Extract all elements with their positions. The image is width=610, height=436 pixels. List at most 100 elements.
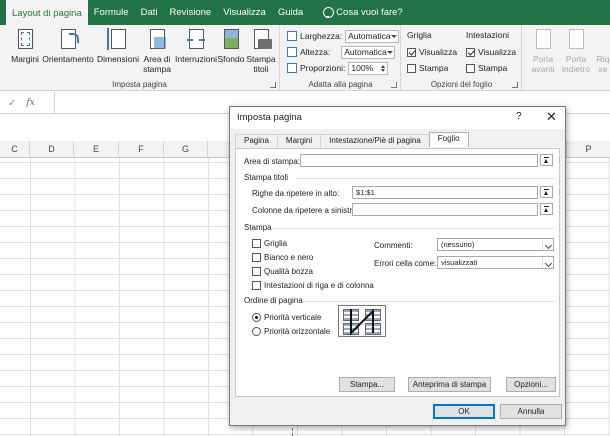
griglia-checkbox-row[interactable]: Griglia: [252, 236, 287, 250]
column-header[interactable]: F: [119, 141, 164, 158]
bianco-nero-checkbox[interactable]: [252, 252, 261, 262]
griglia-visualizza-row[interactable]: Visualizza: [407, 45, 457, 59]
errori-label: Errori cella come:: [374, 259, 437, 268]
priorita-verticale-radio[interactable]: [252, 312, 261, 322]
sheet-options-launcher-icon[interactable]: [512, 82, 518, 88]
colonne-ripetere-label: Colonne da ripetere a sinistra:: [252, 206, 359, 215]
tab-intestazione[interactable]: Intestazione/Piè di pagina: [320, 134, 430, 147]
sfondo-button[interactable]: Sfondo: [217, 28, 245, 64]
print-area-icon: [146, 28, 168, 52]
intestazioni-rc-checkbox[interactable]: [252, 280, 261, 290]
larghezza-select[interactable]: Automatica: [345, 29, 400, 43]
group-opzioni-del-foglio: Griglia Intestazioni Visualizza Visualiz…: [402, 25, 522, 91]
intestazioni-visualizza-checkbox[interactable]: [466, 47, 475, 57]
errori-value: visualizzati: [441, 258, 478, 267]
altezza-select[interactable]: Automatica: [341, 45, 396, 59]
porta-indietro-label-2: indietro: [562, 64, 590, 74]
tab-dati[interactable]: Dati: [135, 0, 164, 25]
porta-indietro-button[interactable]: Porta indietro: [559, 28, 593, 74]
collapse-dialog-icon[interactable]: [540, 203, 553, 215]
intestazioni-visualizza-row[interactable]: Visualizza: [466, 45, 516, 59]
intestazioni-stampa-checkbox[interactable]: [466, 63, 475, 73]
column-header[interactable]: C: [0, 141, 30, 158]
chevron-down-icon: [542, 239, 553, 250]
porta-indietro-label-1: Porta: [565, 54, 587, 64]
proporzioni-label: Proporzioni:: [300, 63, 346, 73]
collapse-dialog-icon[interactable]: [540, 154, 553, 166]
column-header[interactable]: G: [164, 141, 208, 158]
intestazioni-stampa-row[interactable]: Stampa: [466, 61, 507, 75]
tab-visualizza[interactable]: Visualizza: [217, 0, 272, 25]
insert-function-icon[interactable]: fx: [26, 98, 34, 108]
porta-avanti-button[interactable]: Porta avanti: [529, 28, 557, 74]
griglia-checkbox-label: Griglia: [264, 238, 288, 248]
tab-foglio[interactable]: Foglio: [428, 132, 469, 147]
qualita-bozza-checkbox-row[interactable]: Qualità bozza: [252, 264, 313, 278]
height-icon: [287, 47, 297, 57]
group-disponi: Porta avanti Porta indietro Riq se: [523, 25, 610, 91]
griglia-checkbox[interactable]: [252, 238, 261, 248]
area-stampa-label: Area di stampa:: [244, 157, 301, 166]
priorita-orizzontale-row[interactable]: Priorità orizzontale: [252, 324, 330, 338]
stampa-titoli-header: Stampa titoli: [244, 173, 289, 182]
griglia-visualizza-label: Visualizza: [419, 47, 458, 57]
tab-revisione[interactable]: Revisione: [163, 0, 217, 25]
interruzioni-button[interactable]: Interruzioni: [175, 28, 217, 64]
group-label-imposta-pagina: Imposta pagina: [112, 80, 167, 89]
dialog-titlebar[interactable]: Imposta pagina ? ✕: [230, 107, 565, 129]
tab-pagina[interactable]: Pagina: [235, 134, 278, 147]
priorita-orizzontale-label: Priorità orizzontale: [264, 326, 331, 336]
priorita-verticale-row[interactable]: Priorità verticale: [252, 310, 321, 324]
intestazioni-header: Intestazioni: [466, 30, 509, 40]
tab-layout-di-pagina[interactable]: Layout di pagina: [6, 0, 88, 25]
commenti-select[interactable]: (nessuno): [437, 238, 554, 251]
tab-formule[interactable]: Formule: [88, 0, 135, 25]
stampa-button[interactable]: Stampa...: [339, 377, 395, 392]
tab-margini[interactable]: Margini: [276, 134, 322, 147]
page-setup-launcher-icon[interactable]: [270, 82, 276, 88]
riquadro-selezione-button[interactable]: Riq se: [595, 28, 610, 74]
proporzioni-spinner[interactable]: 100%: [348, 61, 389, 75]
orientamento-label: Orientamento: [42, 54, 94, 64]
column-header[interactable]: D: [30, 141, 74, 158]
anteprima-stampa-button[interactable]: Anteprima di stampa: [408, 377, 491, 392]
annulla-button[interactable]: Annulla: [500, 404, 562, 419]
tell-me-search[interactable]: Cosa vuoi fare?: [317, 0, 409, 25]
margini-button[interactable]: Margini: [10, 28, 40, 64]
foglio-panel: Area di stampa: Stampa titoli Righe da r…: [235, 148, 560, 397]
ok-button[interactable]: OK: [433, 404, 495, 419]
bianco-nero-checkbox-label: Bianco e nero: [264, 252, 314, 262]
colonne-ripetere-input[interactable]: [352, 203, 538, 216]
righe-ripetere-input[interactable]: $1:$1: [352, 186, 538, 199]
column-header[interactable]: P: [566, 141, 610, 158]
stampa-titoli-button[interactable]: Stampa titoli: [246, 28, 276, 74]
column-header[interactable]: E: [74, 141, 119, 158]
altezza-row: Altezza: Automatica: [287, 45, 396, 59]
qualita-bozza-checkbox[interactable]: [252, 266, 261, 276]
qualita-bozza-checkbox-label: Qualità bozza: [264, 266, 313, 276]
dimensioni-button[interactable]: Dimensioni: [96, 28, 140, 64]
errori-select[interactable]: visualizzati: [437, 256, 554, 269]
griglia-stampa-row[interactable]: Stampa: [407, 61, 448, 75]
scale-launcher-icon[interactable]: [391, 82, 397, 88]
sfondo-label: Sfondo: [217, 54, 245, 64]
close-icon[interactable]: ✕: [546, 109, 557, 125]
divider: [272, 228, 554, 229]
tab-guida[interactable]: Guida: [272, 0, 309, 25]
larghezza-row: Larghezza: Automatica: [287, 29, 400, 43]
opzioni-button[interactable]: Opzioni...: [506, 377, 556, 392]
intestazioni-rc-checkbox-row[interactable]: Intestazioni di riga e di colonna: [252, 278, 374, 292]
griglia-stampa-checkbox[interactable]: [407, 63, 416, 73]
area-stampa-input[interactable]: [300, 154, 538, 167]
column-header[interactable]: [208, 141, 230, 158]
help-icon[interactable]: ?: [516, 111, 522, 122]
collapse-dialog-icon[interactable]: [540, 186, 553, 198]
enter-check-icon[interactable]: ✓: [8, 98, 16, 109]
orientamento-button[interactable]: Orientamento: [42, 28, 94, 64]
dialog-tabs: Pagina Margini Intestazione/Piè di pagin…: [235, 132, 469, 148]
griglia-visualizza-checkbox[interactable]: [407, 47, 416, 57]
priorita-orizzontale-radio[interactable]: [252, 326, 261, 336]
area-di-stampa-button[interactable]: Area di stampa: [140, 28, 174, 74]
page-order-preview-icon: [338, 305, 386, 337]
bianco-nero-checkbox-row[interactable]: Bianco e nero: [252, 250, 313, 264]
